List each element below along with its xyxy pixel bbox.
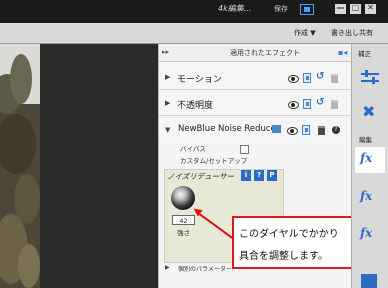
reset-icon[interactable]: ↺ (316, 97, 324, 108)
help-button[interactable]: ? (254, 170, 264, 181)
timeline-gap (40, 44, 158, 288)
maximize-button[interactable]: ▢ (350, 3, 361, 14)
adjust-label: 補正 (358, 50, 371, 58)
menu-bar (0, 23, 388, 44)
reset-icon[interactable]: ↺ (316, 71, 324, 82)
applied-fx-button[interactable]: fx (355, 222, 385, 248)
callout-text-line1: このダイヤルでかかり (239, 229, 339, 240)
panel-options-icon[interactable]: ▪◂ (338, 48, 347, 57)
minimize-icon: — (336, 3, 345, 12)
preset-label: カスタム/セットアップ (180, 157, 248, 165)
bypass-label: バイパス (180, 145, 206, 153)
expand-arrow-icon[interactable]: ▶ (165, 264, 170, 271)
visibility-eye-icon[interactable] (288, 75, 299, 83)
fx-icon: fx (360, 189, 373, 203)
dial-title: ノイズリデューサー (167, 172, 235, 181)
tools-icon: ✖ (362, 102, 376, 121)
maximize-icon: ▢ (351, 3, 360, 12)
trash-icon[interactable] (331, 74, 338, 83)
effect-row-motion[interactable]: ▶ モーション ↺ (159, 67, 350, 90)
info-button[interactable]: i (241, 170, 251, 181)
effect-label: 不透明度 (177, 101, 214, 111)
effects-button[interactable]: fx (355, 147, 385, 173)
help-icon[interactable]: ? (332, 126, 340, 134)
panel-title: 適用されたエフェクト (230, 49, 300, 57)
dial-value-field[interactable]: 42 (172, 215, 195, 225)
fx-effects-button[interactable]: fx (355, 185, 385, 211)
dial-label: 強さ (177, 229, 190, 237)
close-button[interactable]: ✕ (365, 3, 376, 14)
individual-params-label: 個別のパラメーター (178, 266, 232, 273)
app-title: 4k編集... (218, 4, 252, 13)
effect-label-newblue: NewBlue Noise Reducer (178, 124, 280, 134)
adjust-sliders-button[interactable] (355, 66, 385, 92)
trash-icon[interactable] (331, 100, 338, 109)
create-button[interactable]: 作成 ▼ (294, 28, 316, 38)
visibility-eye-icon[interactable] (287, 127, 298, 135)
keyframe-icon[interactable] (303, 99, 311, 109)
tools-button[interactable]: ✖ (355, 100, 385, 126)
fit-screen-icon[interactable] (300, 4, 314, 15)
trash-icon[interactable] (318, 126, 325, 135)
bypass-checkbox[interactable] (240, 145, 249, 154)
save-button[interactable]: 保存 (274, 4, 288, 14)
sliders-icon (361, 73, 379, 75)
expand-arrow-icon[interactable]: ▶ (165, 99, 170, 107)
effect-label: モーション (177, 75, 222, 85)
minimize-button[interactable]: — (335, 3, 346, 14)
keyframe-icon[interactable] (302, 125, 310, 135)
keyframe-icon[interactable] (303, 73, 311, 83)
grid-icon[interactable] (272, 125, 281, 133)
fx-icon: fx (360, 151, 373, 165)
collapse-arrow-icon[interactable]: ▼ (165, 126, 170, 134)
strength-dial[interactable] (171, 186, 195, 210)
text-tool-icon[interactable] (361, 274, 377, 288)
collapse-panel-icon[interactable]: ▸▸ (162, 48, 169, 56)
video-preview[interactable] (0, 44, 40, 288)
visibility-eye-icon[interactable] (288, 101, 299, 109)
title-bar (0, 0, 388, 23)
expand-arrow-icon[interactable]: ▶ (165, 73, 170, 81)
effect-row-opacity[interactable]: ▶ 不透明度 ↺ (159, 93, 350, 116)
close-icon: ✕ (367, 3, 374, 12)
edit-label: 編集 (359, 136, 372, 144)
export-share-button[interactable]: 書き出し共有 (331, 28, 373, 38)
fx-icon: fx (360, 226, 373, 240)
callout-text-line2: 具合を調整します。 (239, 251, 328, 262)
preset-button[interactable]: P (267, 170, 277, 181)
